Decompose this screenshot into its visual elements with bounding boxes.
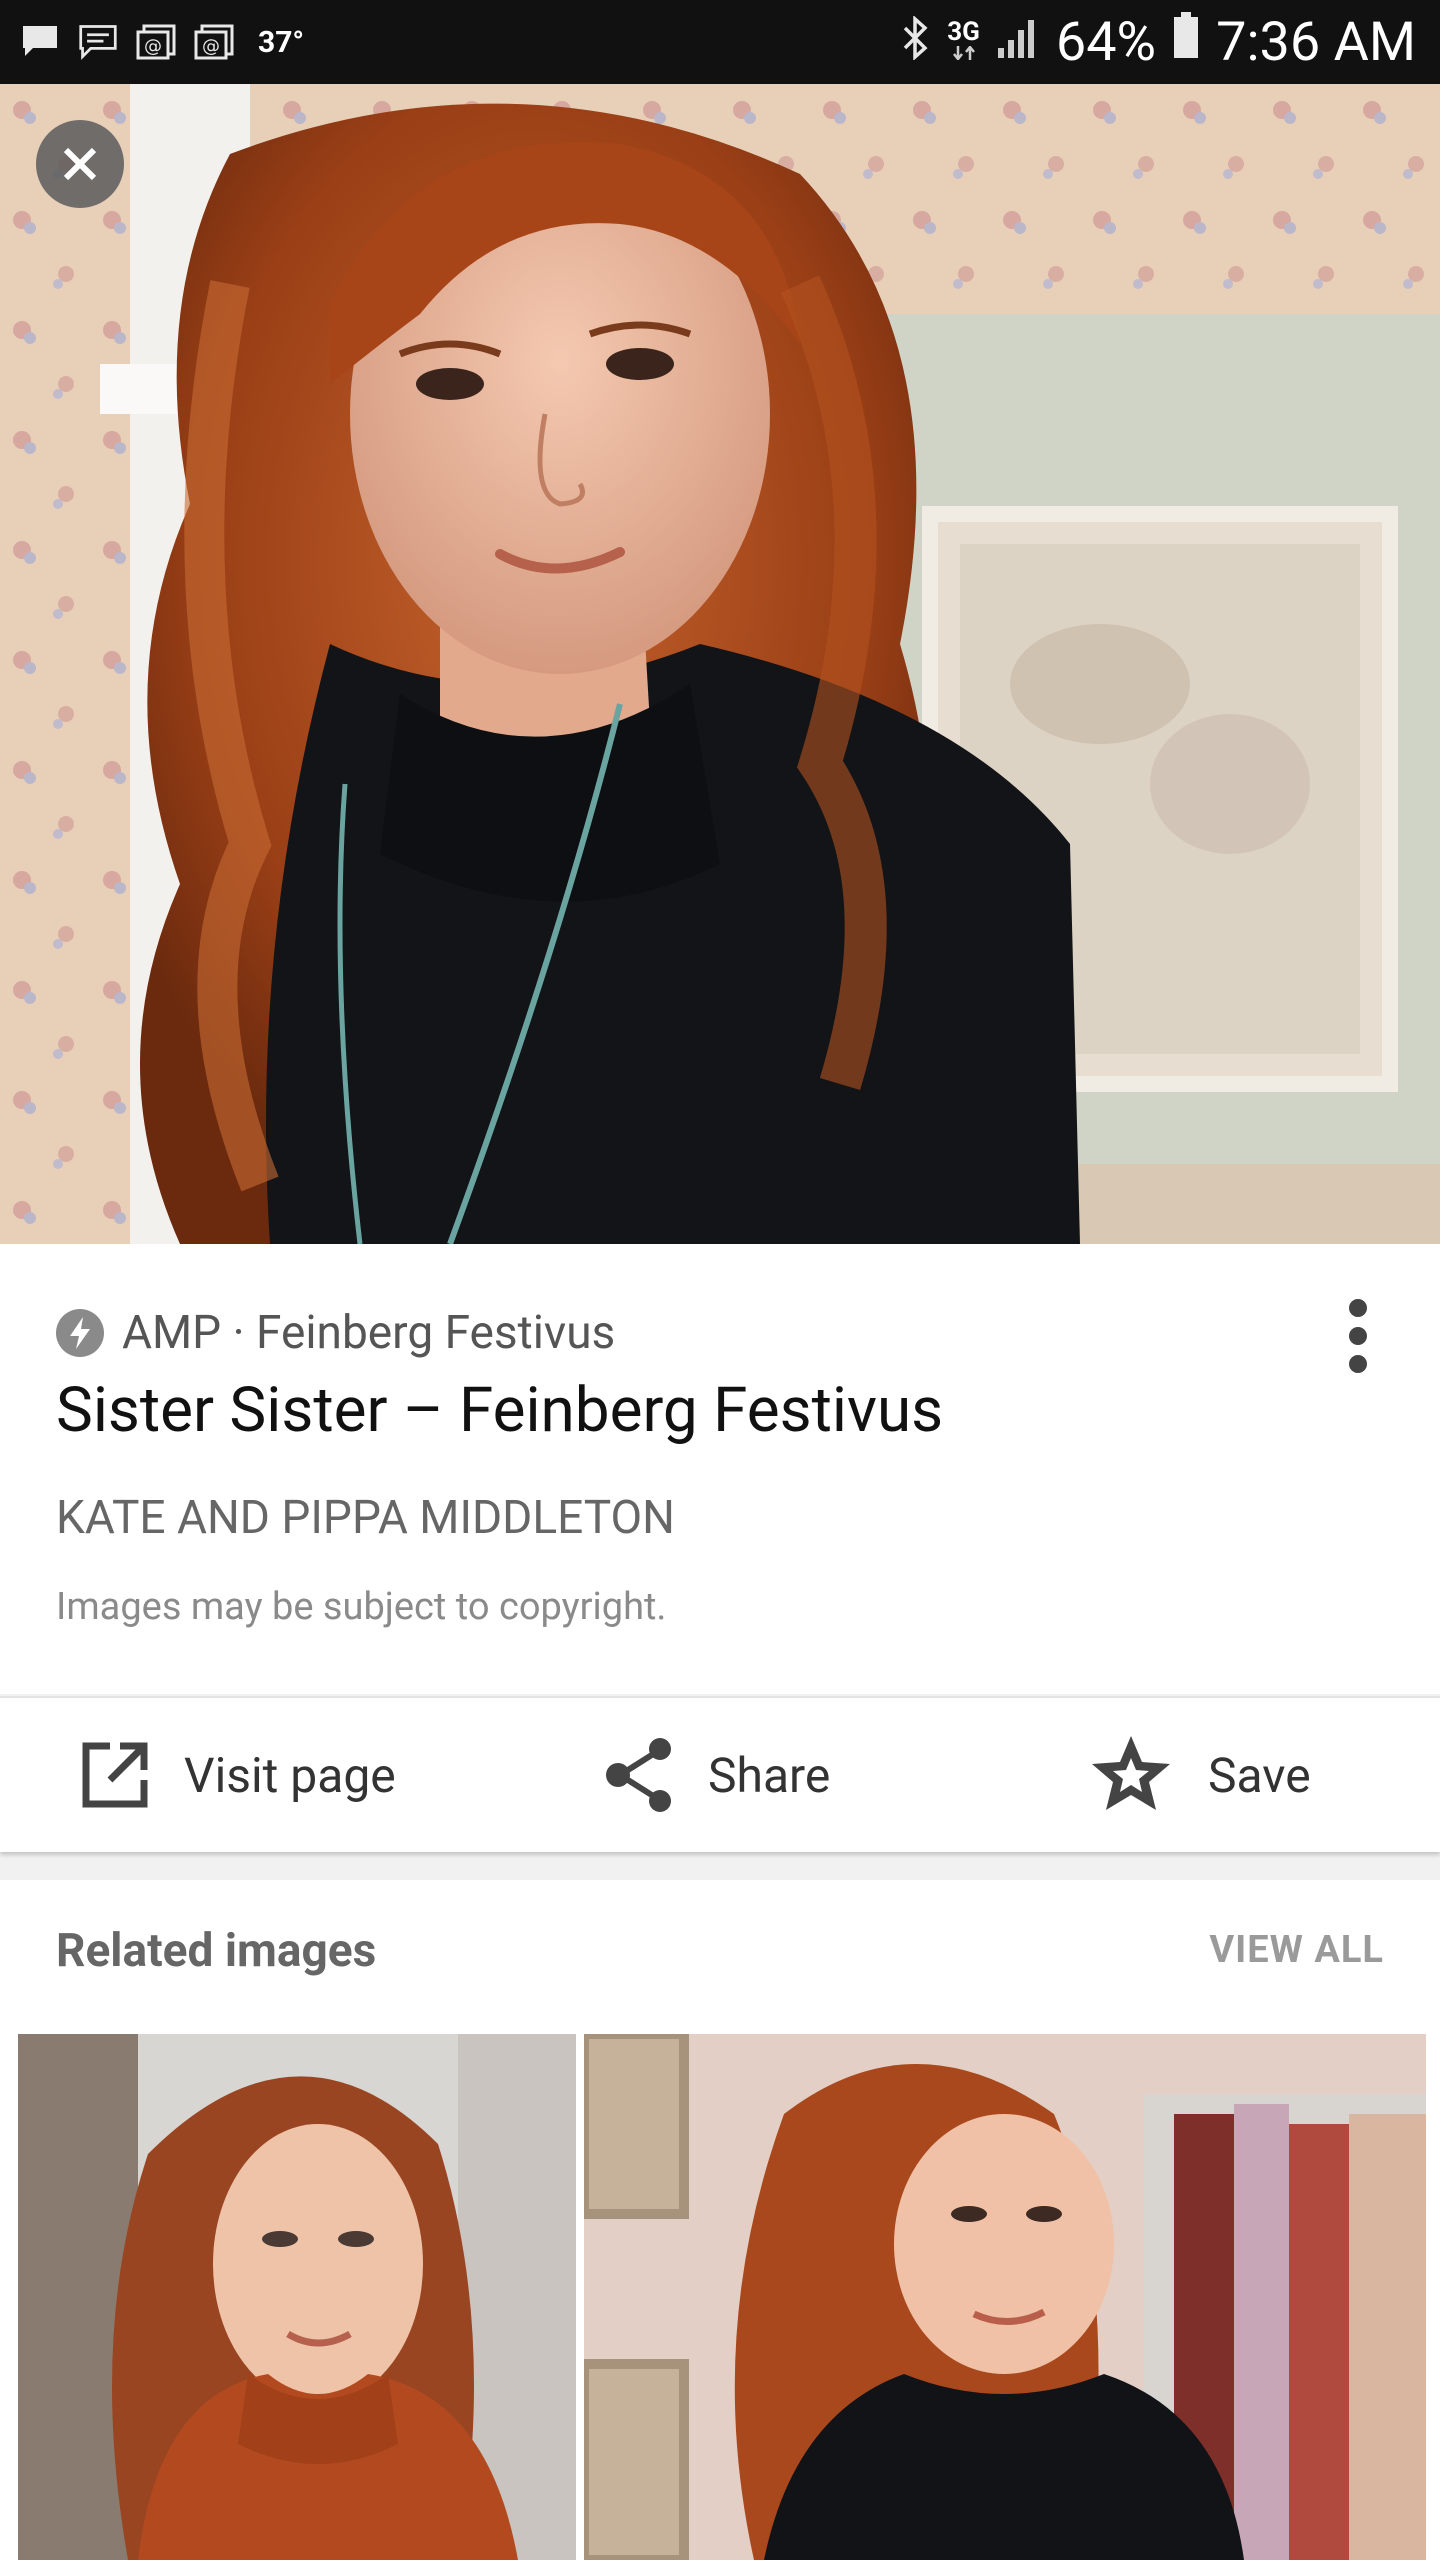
- battery-percent: 64%: [1055, 10, 1157, 74]
- save-label: Save: [1208, 1746, 1311, 1804]
- notification-icons: @ @ 37°: [20, 18, 304, 66]
- share-button[interactable]: Share: [604, 1698, 830, 1852]
- network-type-label: 3G: [947, 17, 980, 47]
- chat-icon: [78, 22, 118, 62]
- source-label: AMP · Feinberg Festivus: [122, 1306, 616, 1360]
- signal-icon: [996, 11, 1040, 74]
- weather-temperature: 37°: [258, 24, 305, 60]
- visit-page-label: Visit page: [184, 1746, 396, 1804]
- copyright-notice: Images may be subject to copyright.: [56, 1585, 667, 1629]
- star-icon: [1092, 1736, 1170, 1810]
- svg-text:@: @: [202, 36, 220, 57]
- result-subtitle: KATE AND PIPPA MIDDLETON: [56, 1491, 675, 1545]
- main-image[interactable]: [0, 84, 1440, 1244]
- view-all-link[interactable]: VIEW ALL: [1209, 1928, 1384, 1972]
- related-image-2[interactable]: [584, 2034, 1426, 2560]
- email-app-icon-2: @: [194, 22, 234, 62]
- close-icon: [63, 147, 97, 181]
- image-info-card: AMP · Feinberg Festivus Sister Sister – …: [0, 1244, 1440, 1694]
- share-icon: [606, 1738, 671, 1812]
- message-icon: [20, 22, 60, 62]
- result-title[interactable]: Sister Sister – Feinberg Festivus: [56, 1374, 943, 1447]
- clock: 7:36 AM: [1216, 10, 1416, 74]
- source-row[interactable]: AMP · Feinberg Festivus: [56, 1306, 615, 1360]
- svg-text:@: @: [144, 36, 162, 57]
- close-button[interactable]: [36, 120, 124, 208]
- more-vert-icon: [1349, 1299, 1367, 1373]
- related-image-2-picture: [584, 2034, 1426, 2560]
- save-button[interactable]: Save: [1088, 1698, 1311, 1852]
- more-options-button[interactable]: [1338, 1298, 1378, 1374]
- action-bar: Visit page Share Save: [0, 1696, 1440, 1852]
- open-in-new-icon: [82, 1742, 148, 1808]
- related-images-title: Related images: [56, 1924, 377, 1978]
- network-type: 3G: [947, 19, 980, 62]
- status-bar: @ @ 37° 3G 64% 7:36 AM: [0, 0, 1440, 84]
- related-images-section: Related images VIEW ALL: [0, 1880, 1440, 2560]
- system-icons: 3G 64% 7:36 AM: [901, 8, 1416, 76]
- related-image-1[interactable]: [18, 2034, 576, 2560]
- email-app-icon: @: [136, 22, 176, 62]
- visit-page-button[interactable]: Visit page: [80, 1698, 396, 1852]
- amp-bolt-icon: [56, 1309, 104, 1357]
- battery-icon: [1172, 10, 1200, 74]
- main-image-picture: [0, 84, 1440, 1244]
- related-image-1-picture: [18, 2034, 576, 2560]
- bluetooth-icon: [901, 11, 931, 74]
- share-label: Share: [708, 1746, 831, 1804]
